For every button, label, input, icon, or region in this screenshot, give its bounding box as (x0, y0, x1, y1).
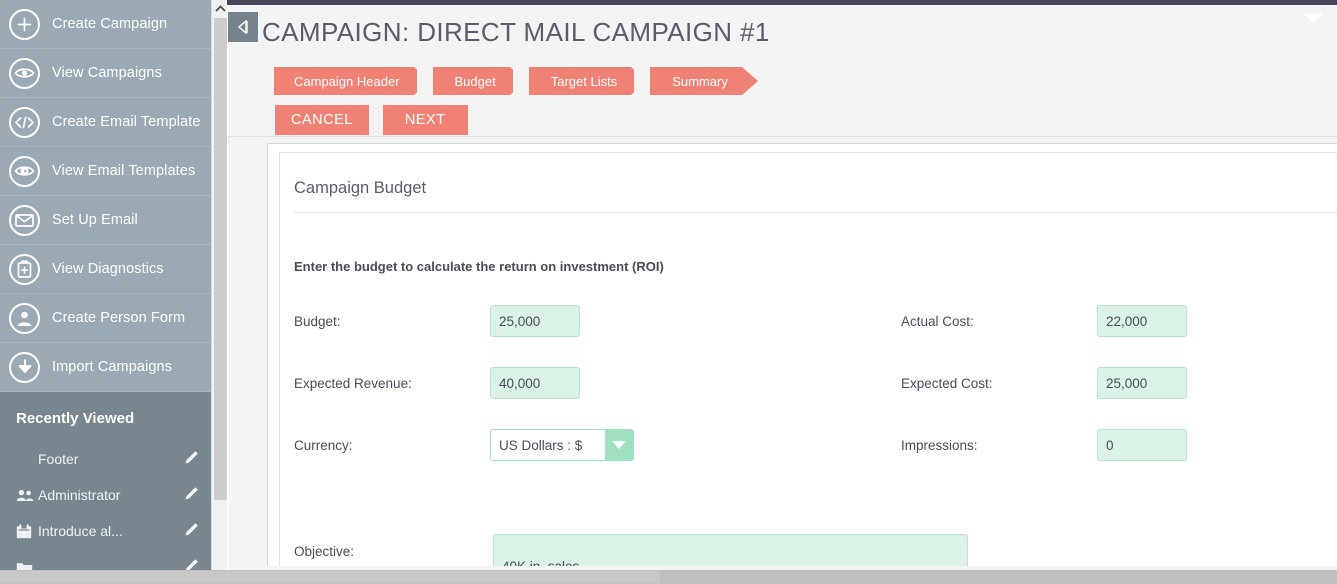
sidebar-item-label: Create Email Template (52, 114, 201, 130)
sidebar-item-import-campaigns[interactable]: Import Campaigns (0, 343, 211, 392)
next-button[interactable]: NEXT (382, 105, 468, 135)
recently-viewed-item[interactable]: Administrator (0, 477, 211, 513)
envelope-icon (9, 204, 40, 236)
sidebar-item-view-email-templates[interactable]: View Email Templates (0, 147, 211, 196)
expected-revenue-input[interactable] (490, 367, 580, 399)
budget-input[interactable] (490, 305, 580, 337)
sidebar-item-view-diagnostics[interactable]: View Diagnostics (0, 245, 211, 294)
sidebar-item-create-email-template[interactable]: Create Email Template (0, 98, 211, 147)
sidebar-item-label: View Email Templates (52, 163, 196, 179)
wizard-step-target-lists[interactable]: Target Lists (512, 67, 648, 95)
wizard-step-label: Target Lists (550, 73, 618, 89)
wizard-step-summary[interactable]: Summary (634, 67, 758, 95)
field-label: Expected Revenue: (294, 375, 412, 391)
panel-heading: Campaign Budget (294, 179, 427, 197)
impressions-input[interactable] (1097, 429, 1187, 461)
sidebar-item-create-person-form[interactable]: Create Person Form (0, 294, 211, 343)
field-cell: Expected Cost: (901, 366, 1187, 400)
wizard-step-budget[interactable]: Budget (416, 67, 526, 95)
field-cell: Actual Cost: (901, 304, 1187, 338)
action-buttons: CANCEL NEXT (275, 105, 468, 135)
field-label: Currency: (294, 437, 353, 453)
pencil-icon[interactable] (184, 450, 199, 468)
objective-textarea[interactable]: 40K in sales (493, 534, 968, 566)
sidebar-item-set-up-email[interactable]: Set Up Email (0, 196, 211, 245)
pencil-icon[interactable] (184, 486, 199, 504)
content-panel-outer: Campaign Budget Enter the budget to calc… (267, 143, 1337, 566)
field-cell: Budget: (294, 304, 580, 338)
field-cell: Expected Revenue: (294, 366, 580, 400)
field-cell: Impressions: (901, 428, 1187, 462)
field-label: Actual Cost: (901, 313, 974, 329)
recently-viewed-section: Recently Viewed Footer Administrator Intro… (0, 392, 211, 584)
recently-viewed-label: Administrator (38, 487, 121, 503)
currency-select-value: US Dollars : $ (491, 430, 605, 460)
recently-viewed-label: Introduce al... (38, 523, 123, 539)
budget-field-grid: Budget:Actual Cost:Expected Revenue:Expe… (280, 304, 1337, 490)
collapse-left-icon[interactable] (228, 12, 258, 42)
budget-instructions: Enter the budget to calculate the return… (294, 259, 664, 274)
sidebar-item-view-campaigns[interactable]: View Campaigns (0, 49, 211, 98)
wizard-step-label: Budget (454, 73, 496, 89)
main-content: CAMPAIGN: DIRECT MAIL CAMPAIGN #1 Campai… (228, 5, 1337, 584)
expected-cost-input[interactable] (1097, 367, 1187, 399)
users-icon (16, 489, 38, 502)
field-label: Budget: (294, 313, 341, 329)
horizontal-scroll-thumb[interactable] (0, 571, 660, 583)
header-divider (228, 136, 1337, 137)
eye-icon (9, 57, 40, 89)
objective-row: Objective: 40K in sales (280, 534, 1337, 566)
field-label: Expected Cost: (901, 375, 993, 391)
wizard-steps: Campaign Header Budget Target Lists Summary (274, 67, 761, 95)
actual-cost-input[interactable] (1097, 305, 1187, 337)
sidebar-menu: Create Campaign View Campaigns Create Emai… (0, 0, 211, 392)
field-label: Impressions: (901, 437, 978, 453)
chevron-up-icon[interactable] (212, 0, 228, 17)
sidebar-scrollbar[interactable] (211, 0, 227, 584)
recently-viewed-title: Recently Viewed (16, 410, 135, 427)
chevron-down-icon[interactable] (605, 430, 633, 460)
sidebar-item-create-campaign[interactable]: Create Campaign (0, 0, 211, 49)
page-title: CAMPAIGN: DIRECT MAIL CAMPAIGN #1 (262, 17, 770, 47)
download-arrow-icon (9, 351, 40, 383)
sidebar-item-label: Import Campaigns (52, 359, 173, 375)
wizard-step-label: Campaign Header (294, 73, 400, 89)
currency-select[interactable]: US Dollars : $ (490, 429, 634, 461)
sidebar-item-label: View Diagnostics (52, 261, 164, 277)
wizard-step-campaign-header[interactable]: Campaign Header (274, 67, 429, 95)
field-row: Currency: US Dollars : $ Impressions: (280, 428, 1337, 490)
cancel-button[interactable]: CANCEL (275, 105, 369, 135)
caret-down-icon[interactable] (1303, 13, 1323, 23)
sidebar-scroll-thumb[interactable] (214, 18, 227, 500)
recently-viewed-item[interactable]: Introduce al... (0, 513, 211, 549)
plus-circle-icon (9, 8, 40, 40)
field-cell: Currency: US Dollars : $ (294, 428, 634, 462)
app-root: Create Campaign View Campaigns Create Emai… (0, 0, 1337, 584)
person-icon (9, 302, 40, 334)
sidebar-item-label: View Campaigns (52, 65, 162, 81)
recently-viewed-item[interactable]: Footer (0, 441, 211, 477)
code-icon (9, 106, 40, 138)
clipboard-icon (9, 253, 40, 285)
pencil-icon[interactable] (184, 522, 199, 540)
calendar-icon (16, 523, 38, 539)
field-row: Expected Revenue: Expected Cost: (280, 366, 1337, 428)
sidebar-item-label: Create Campaign (52, 16, 168, 32)
recently-viewed-label: Footer (38, 451, 79, 467)
horizontal-scrollbar[interactable] (0, 570, 1337, 584)
field-row: Budget: Actual Cost: (280, 304, 1337, 366)
content-panel-inner: Campaign Budget Enter the budget to calc… (279, 152, 1337, 566)
wizard-step-label: Summary (672, 73, 728, 89)
eye-at-icon (9, 155, 40, 187)
sidebar: Create Campaign View Campaigns Create Emai… (0, 0, 211, 584)
sidebar-item-label: Create Person Form (52, 310, 186, 326)
sidebar-item-label: Set Up Email (52, 212, 138, 228)
objective-label: Objective: (294, 544, 355, 559)
